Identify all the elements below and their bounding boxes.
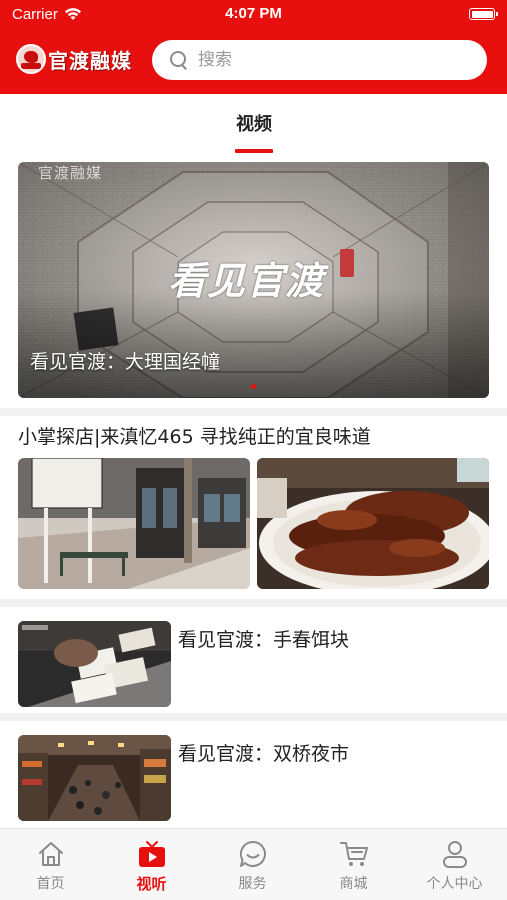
search-bar[interactable] [152, 40, 487, 80]
list-item-title: 看见官渡：手春饵块 [178, 629, 350, 651]
chat-bubble-icon [239, 840, 266, 867]
list-item[interactable]: 看见官渡：双桥夜市 [0, 721, 507, 821]
logo-emblem-icon [16, 44, 46, 74]
nav-label: 首页 [36, 876, 65, 892]
section-divider [0, 599, 507, 607]
banner-carousel[interactable]: 官渡融媒 看见官渡 看见官渡：大理国经幢 [18, 162, 489, 398]
nav-label: 个人中心 [426, 876, 483, 892]
clock: 4:07 PM [225, 5, 282, 22]
section-divider [0, 713, 507, 721]
nav-home[interactable]: 首页 [0, 829, 101, 900]
category-tabs: 视频 [0, 94, 507, 156]
banner-watermark: 官渡融媒 [38, 164, 103, 182]
section-divider [0, 408, 507, 416]
tab-video[interactable]: 视频 [214, 94, 294, 156]
cart-icon [340, 842, 368, 866]
article-image-roast-duck [257, 458, 489, 589]
bottom-navigation: 首页 视听 服务 商城 个人中心 [0, 828, 507, 900]
carousel-page-indicator [251, 384, 256, 389]
nav-label: 服务 [238, 876, 267, 892]
person-icon [443, 841, 467, 868]
tab-label: 视频 [236, 114, 272, 135]
search-icon [170, 51, 188, 69]
list-item[interactable]: 看见官渡：手春饵块 [0, 607, 507, 707]
article-title: 小掌探店|来滇忆465 寻找纯正的宜良味道 [18, 426, 371, 448]
logo-text: 官渡融媒 [48, 48, 132, 73]
nav-label: 商城 [339, 876, 368, 892]
status-bar: Carrier 4:07 PM [0, 0, 507, 28]
app-header: Carrier 4:07 PM 官渡融媒 [0, 0, 507, 94]
active-tab-indicator [235, 149, 273, 153]
banner-calligraphy-title: 看见官渡 [168, 258, 325, 303]
list-item-title: 看见官渡：双桥夜市 [178, 743, 350, 765]
banner-caption: 看见官渡：大理国经幢 [30, 351, 221, 373]
nav-mall[interactable]: 商城 [303, 829, 404, 900]
tv-play-icon [139, 841, 165, 867]
video-feed: 官渡融媒 看见官渡 看见官渡：大理国经幢 小掌探店|来滇忆465 寻找纯正的宜良… [0, 156, 507, 828]
search-input[interactable] [198, 50, 458, 70]
seal-stamp-icon [340, 249, 354, 277]
battery-icon [469, 8, 498, 20]
app-logo[interactable]: 官渡融媒 [16, 41, 132, 77]
nav-profile[interactable]: 个人中心 [404, 829, 505, 900]
home-icon [39, 842, 63, 866]
nav-media[interactable]: 视听 [101, 829, 202, 900]
list-thumbnail-erkuai [18, 621, 171, 707]
article-image-station [18, 458, 250, 589]
list-thumbnail-night-market [18, 735, 171, 821]
nav-label: 视听 [136, 875, 167, 893]
nav-services[interactable]: 服务 [202, 829, 303, 900]
